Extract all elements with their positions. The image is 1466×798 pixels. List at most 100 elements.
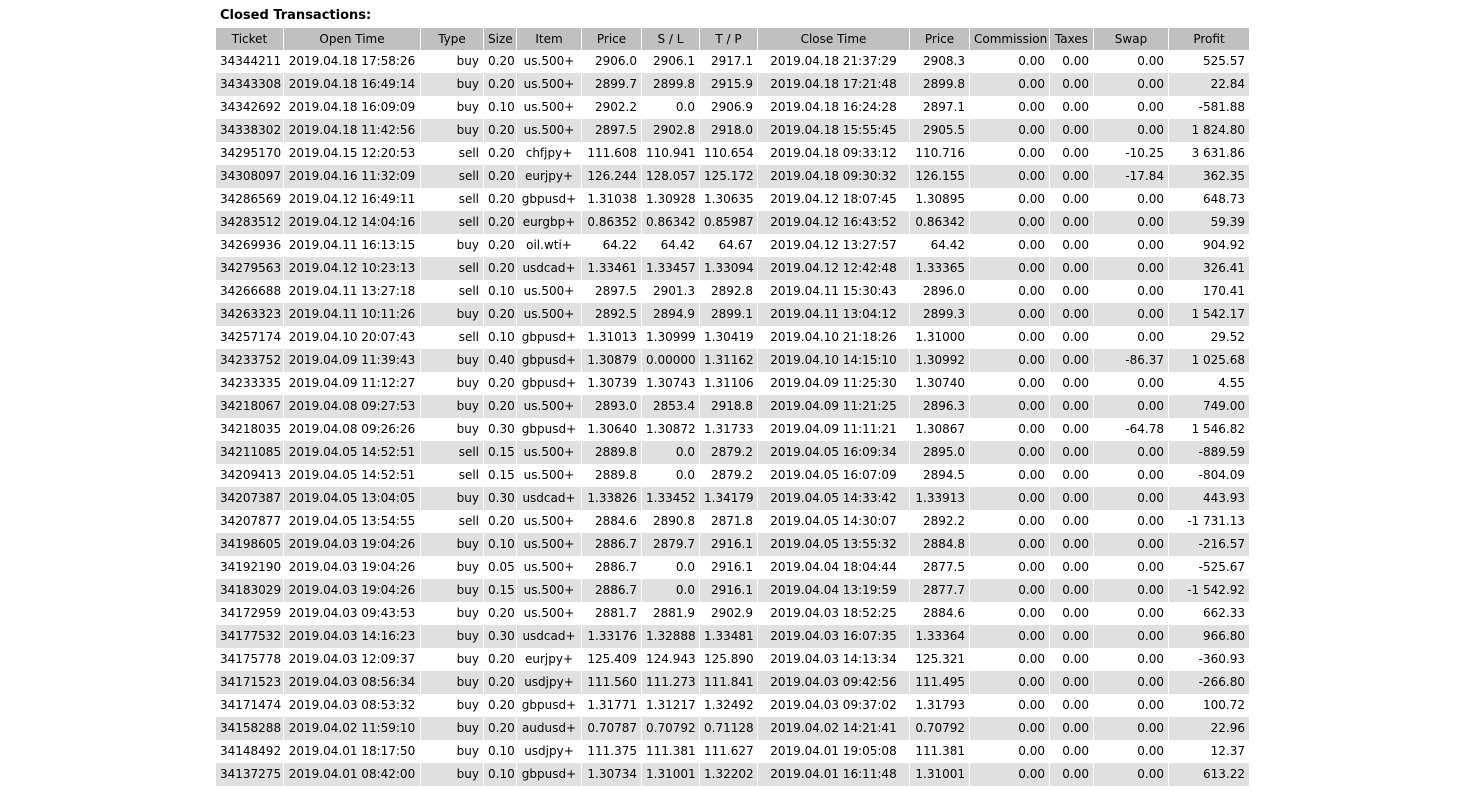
- cell-close-time: 2019.04.12 18:07:45: [758, 188, 910, 211]
- cell-item: us.500+: [517, 556, 582, 579]
- cell-size: 0.10: [484, 326, 517, 349]
- table-header-row: Ticket Open Time Type Size Item Price S / LT /…: [216, 28, 1250, 50]
- cell-profit: 170.41: [1169, 280, 1250, 303]
- cell-close-price: 2884.6: [910, 602, 970, 625]
- cell-size: 0.30: [484, 487, 517, 510]
- cell-type: buy: [421, 556, 484, 579]
- table-row: 34207877 2019.04.05 13:54:55 sell 0.20 us.50…: [216, 510, 1250, 533]
- cell-take-profit: 1.30635: [700, 188, 758, 211]
- cell-take-profit: 1.32492: [700, 694, 758, 717]
- cell-open-price: 2899.7: [582, 73, 642, 96]
- cell-ticket: 34218067: [216, 395, 284, 418]
- cell-item: usdcad+: [517, 625, 582, 648]
- cell-size: 0.10: [484, 533, 517, 556]
- table-row: 34257174 2019.04.10 20:07:43 sell 0.10 gbpus…: [216, 326, 1250, 349]
- cell-open-price: 2892.5: [582, 303, 642, 326]
- cell-profit: 966.80: [1169, 625, 1250, 648]
- cell-profit: 749.00: [1169, 395, 1250, 418]
- cell-open-time: 2019.04.03 12:09:37: [284, 648, 421, 671]
- cell-commission: 0.00: [970, 533, 1050, 556]
- cell-open-time: 2019.04.05 14:52:51: [284, 464, 421, 487]
- cell-type: buy: [421, 694, 484, 717]
- cell-open-price: 2906.0: [582, 50, 642, 73]
- cell-close-time: 2019.04.03 14:13:34: [758, 648, 910, 671]
- cell-take-profit: 1.31106: [700, 372, 758, 395]
- cell-item: us.500+: [517, 96, 582, 119]
- cell-stop-loss: 128.057: [642, 165, 700, 188]
- cell-swap: 0.00: [1094, 464, 1169, 487]
- cell-close-price: 1.30895: [910, 188, 970, 211]
- cell-open-price: 1.33826: [582, 487, 642, 510]
- cell-close-price: 0.70792: [910, 717, 970, 740]
- cell-taxes: 0.00: [1050, 280, 1094, 303]
- cell-type: sell: [421, 165, 484, 188]
- cell-taxes: 0.00: [1050, 142, 1094, 165]
- cell-open-price: 1.31013: [582, 326, 642, 349]
- cell-ticket: 34338302: [216, 119, 284, 142]
- cell-swap: -17.84: [1094, 165, 1169, 188]
- cell-open-time: 2019.04.03 08:53:32: [284, 694, 421, 717]
- cell-item: usdjpy+: [517, 740, 582, 763]
- cell-swap: 0.00: [1094, 395, 1169, 418]
- table-row: 34283512 2019.04.12 14:04:16 sell 0.20 eurgb…: [216, 211, 1250, 234]
- cell-take-profit: 1.33481: [700, 625, 758, 648]
- cell-stop-loss: 2879.7: [642, 533, 700, 556]
- cell-swap: 0.00: [1094, 257, 1169, 280]
- cell-open-price: 111.608: [582, 142, 642, 165]
- cell-profit: -525.67: [1169, 556, 1250, 579]
- cell-ticket: 34192190: [216, 556, 284, 579]
- cell-profit: 362.35: [1169, 165, 1250, 188]
- cell-profit: -266.80: [1169, 671, 1250, 694]
- cell-swap: 0.00: [1094, 119, 1169, 142]
- table-row: 34175778 2019.04.03 12:09:37 buy 0.20 eurjpy…: [216, 648, 1250, 671]
- cell-open-price: 64.22: [582, 234, 642, 257]
- cell-stop-loss: 1.30743: [642, 372, 700, 395]
- cell-take-profit: 2892.8: [700, 280, 758, 303]
- cell-take-profit: 2918.8: [700, 395, 758, 418]
- cell-size: 0.20: [484, 648, 517, 671]
- cell-taxes: 0.00: [1050, 372, 1094, 395]
- column-header-commission: Commission: [970, 28, 1050, 50]
- cell-profit: 100.72: [1169, 694, 1250, 717]
- cell-open-price: 126.244: [582, 165, 642, 188]
- cell-open-price: 1.31038: [582, 188, 642, 211]
- cell-profit: 904.92: [1169, 234, 1250, 257]
- cell-commission: 0.00: [970, 487, 1050, 510]
- cell-close-price: 1.30740: [910, 372, 970, 395]
- cell-swap: -64.78: [1094, 418, 1169, 441]
- cell-size: 0.20: [484, 50, 517, 73]
- cell-open-price: 2889.8: [582, 441, 642, 464]
- cell-stop-loss: 0.0: [642, 556, 700, 579]
- cell-commission: 0.00: [970, 648, 1050, 671]
- cell-close-time: 2019.04.12 16:43:52: [758, 211, 910, 234]
- cell-open-time: 2019.04.18 16:09:09: [284, 96, 421, 119]
- cell-open-price: 1.33461: [582, 257, 642, 280]
- cell-commission: 0.00: [970, 418, 1050, 441]
- column-header-stop-loss: S / L: [642, 28, 700, 50]
- table-row: 34171474 2019.04.03 08:53:32 buy 0.20 gbpusd…: [216, 694, 1250, 717]
- cell-close-time: 2019.04.12 13:27:57: [758, 234, 910, 257]
- cell-taxes: 0.00: [1050, 602, 1094, 625]
- cell-ticket: 34233335: [216, 372, 284, 395]
- cell-close-price: 1.33913: [910, 487, 970, 510]
- cell-commission: 0.00: [970, 395, 1050, 418]
- cell-open-time: 2019.04.16 11:32:09: [284, 165, 421, 188]
- cell-swap: 0.00: [1094, 96, 1169, 119]
- cell-item: usdjpy+: [517, 671, 582, 694]
- cell-close-time: 2019.04.18 09:33:12: [758, 142, 910, 165]
- table-row: 34269936 2019.04.11 16:13:15 buy 0.20 oil.wt…: [216, 234, 1250, 257]
- cell-item: us.500+: [517, 119, 582, 142]
- cell-size: 0.15: [484, 441, 517, 464]
- cell-type: buy: [421, 763, 484, 786]
- cell-size: 0.10: [484, 763, 517, 786]
- cell-item: gbpusd+: [517, 349, 582, 372]
- cell-profit: 12.37: [1169, 740, 1250, 763]
- column-header-close-price: Price: [910, 28, 970, 50]
- cell-item: us.500+: [517, 73, 582, 96]
- cell-item: usdcad+: [517, 487, 582, 510]
- cell-size: 0.20: [484, 165, 517, 188]
- cell-open-price: 111.560: [582, 671, 642, 694]
- cell-swap: -86.37: [1094, 349, 1169, 372]
- table-row: 34211085 2019.04.05 14:52:51 sell 0.15 us.50…: [216, 441, 1250, 464]
- cell-take-profit: 2917.1: [700, 50, 758, 73]
